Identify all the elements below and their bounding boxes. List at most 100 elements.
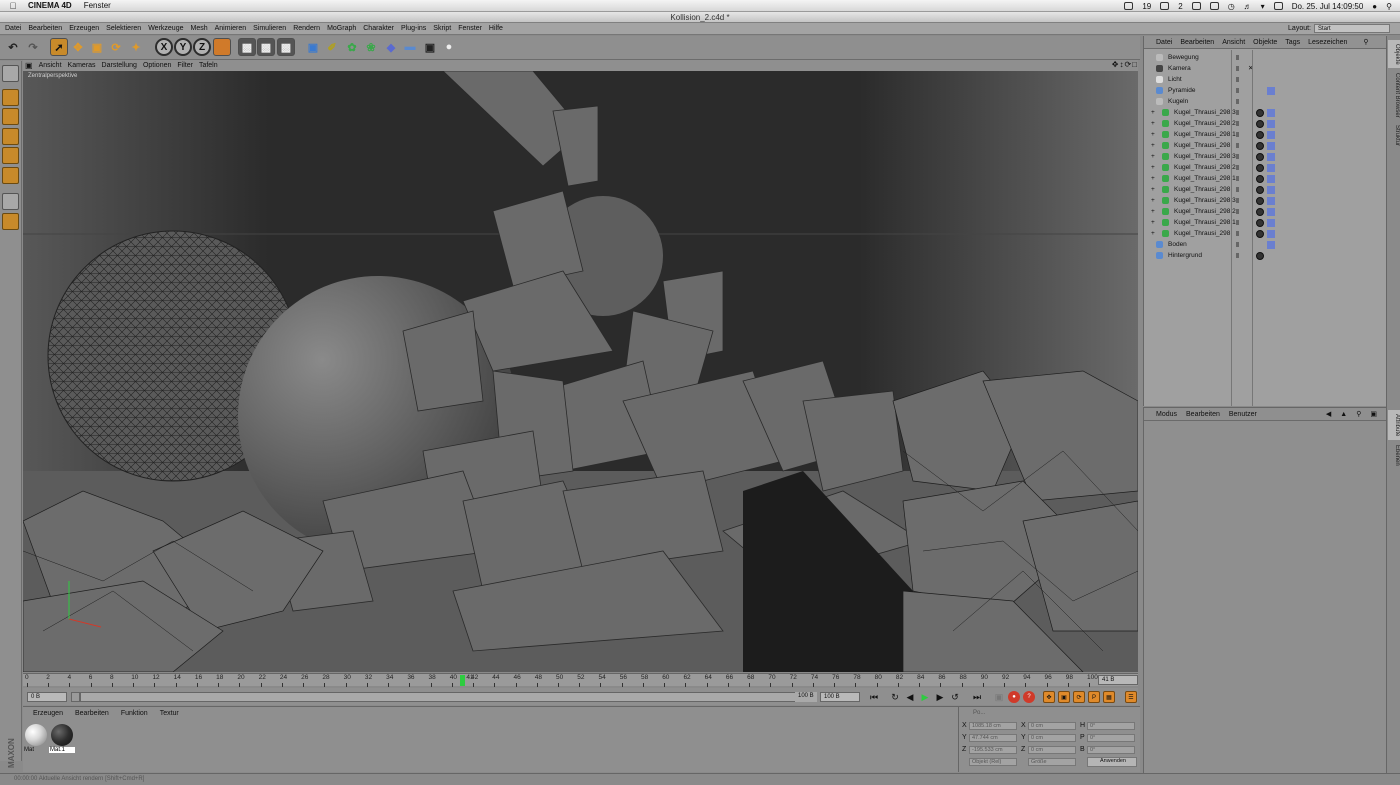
dynamics-tag-icon[interactable] <box>1267 120 1275 128</box>
3d-viewport[interactable] <box>23 71 1138 672</box>
expand-icon[interactable]: + <box>1151 184 1155 195</box>
object-row[interactable]: Bewegung <box>1144 52 1387 63</box>
attr-menu-modus[interactable]: Modus <box>1156 411 1177 418</box>
floor-icon[interactable]: ▬ <box>401 38 419 56</box>
visibility-dot-icon[interactable] <box>1236 121 1239 126</box>
dynamics-tag-icon[interactable] <box>1267 87 1275 95</box>
mat-menu-erzeugen[interactable]: Erzeugen <box>33 710 63 717</box>
dynamics-tag-icon[interactable] <box>1267 241 1275 249</box>
tab-attribute[interactable]: Attribute <box>1388 410 1400 440</box>
mat-menu-textur[interactable]: Textur <box>160 710 179 717</box>
object-row[interactable]: + Kugel_Thrausi_298 <box>1144 140 1387 151</box>
material-swatch[interactable]: Mat.1 <box>49 723 75 757</box>
material-tag-icon[interactable] <box>1256 175 1264 183</box>
max-frame-field[interactable]: 100 B <box>820 692 860 702</box>
object-row[interactable]: + Kugel_Thrausi_298.1 <box>1144 217 1387 228</box>
axis-mode-icon[interactable] <box>2 193 19 210</box>
obj-menu-bearbeiten[interactable]: Bearbeiten <box>1180 39 1214 46</box>
material-swatch[interactable]: Mat <box>23 723 49 757</box>
material-tag-icon[interactable] <box>1256 120 1264 128</box>
object-row[interactable]: Kugeln <box>1144 96 1387 107</box>
render-view-icon[interactable]: ▩ <box>238 38 256 56</box>
playhead[interactable] <box>460 675 466 686</box>
next-frame-icon[interactable]: ▶ <box>934 691 946 703</box>
dynamics-tag-icon[interactable] <box>1267 164 1275 172</box>
rot-p-field[interactable]: 0° <box>1087 734 1135 742</box>
expand-icon[interactable]: + <box>1151 206 1155 217</box>
wifi-icon[interactable]: ▾ <box>1261 2 1265 11</box>
tab-content-browser[interactable]: Content Browser <box>1388 70 1400 120</box>
dynamics-tag-icon[interactable] <box>1267 230 1275 238</box>
light-icon[interactable]: ● <box>440 38 458 56</box>
expand-icon[interactable]: + <box>1151 118 1155 129</box>
rot-b-field[interactable]: 0° <box>1087 746 1135 754</box>
attr-search-icon[interactable]: ⚲ <box>1356 410 1361 418</box>
attr-menu-bearbeiten[interactable]: Bearbeiten <box>1186 411 1220 418</box>
expand-icon[interactable]: + <box>1151 228 1155 239</box>
menu-datei[interactable]: Datei <box>5 25 21 32</box>
key-parameter-icon[interactable]: P <box>1088 691 1100 703</box>
attr-lock-icon[interactable]: ▣ <box>1370 410 1377 418</box>
prev-frame-icon[interactable]: ◀ <box>904 691 916 703</box>
rotate-icon[interactable]: ⟳ <box>107 38 125 56</box>
visibility-dot-icon[interactable] <box>1236 176 1239 181</box>
object-row[interactable]: Hintergrund <box>1144 250 1387 261</box>
app-menu[interactable]: CINEMA 4D <box>28 1 72 10</box>
object-row[interactable]: + Kugel_Thrausi_298.2 <box>1144 206 1387 217</box>
start-frame-field[interactable]: 0 B <box>27 692 67 702</box>
expand-icon[interactable]: + <box>1151 140 1155 151</box>
redo-icon[interactable]: ↷ <box>24 38 42 56</box>
material-tag-icon[interactable] <box>1256 208 1264 216</box>
material-tag-icon[interactable] <box>1256 164 1264 172</box>
object-row[interactable]: + Kugel_Thrausi_298.3 <box>1144 195 1387 206</box>
axis-y-button[interactable]: Y <box>174 38 192 56</box>
maximize-icon[interactable]: □ <box>1132 60 1138 69</box>
key-point-icon[interactable]: ▦ <box>1103 691 1115 703</box>
battery-icon[interactable] <box>1273 2 1283 10</box>
undo-icon[interactable]: ↶ <box>4 38 22 56</box>
visibility-dot-icon[interactable] <box>1236 187 1239 192</box>
spline-pen-icon[interactable]: ✐ <box>323 38 341 56</box>
go-to-start-icon[interactable]: ⏮ <box>868 691 880 703</box>
material-tag-icon[interactable] <box>1256 153 1264 161</box>
visibility-dot-icon[interactable] <box>1236 154 1239 159</box>
visibility-dot-icon[interactable] <box>1236 231 1239 236</box>
attr-menu-benutzer[interactable]: Benutzer <box>1229 411 1257 418</box>
render-settings-icon[interactable]: ▩ <box>277 38 295 56</box>
size-y-field[interactable]: 0 cm <box>1028 734 1076 742</box>
menu-mograph[interactable]: MoGraph <box>327 25 356 32</box>
menu-rendern[interactable]: Rendern <box>293 25 320 32</box>
range-slider[interactable] <box>80 692 817 702</box>
menu-simulieren[interactable]: Simulieren <box>253 25 286 32</box>
object-row[interactable]: + Kugel_Thrausi_298.3 <box>1144 151 1387 162</box>
cube-object-icon[interactable]: ▣ <box>304 38 322 56</box>
live-selection-icon[interactable]: ➚ <box>50 38 68 56</box>
obj-menu-ansicht[interactable]: Ansicht <box>1222 39 1245 46</box>
visibility-dot-icon[interactable] <box>1236 198 1239 203</box>
coordinate-system-icon[interactable] <box>213 38 231 56</box>
render-picture-viewer-icon[interactable]: ▩ <box>257 38 275 56</box>
key-scale-icon[interactable]: ▣ <box>1058 691 1070 703</box>
visibility-dot-icon[interactable] <box>1236 110 1239 115</box>
menu-skript[interactable]: Skript <box>433 25 451 32</box>
dynamics-tag-icon[interactable] <box>1267 109 1275 117</box>
visibility-dot-icon[interactable] <box>1236 99 1239 104</box>
material-tag-icon[interactable] <box>1256 219 1264 227</box>
auto-keyframe-icon[interactable]: ? <box>1023 691 1035 703</box>
menu-plugins[interactable]: Plug-ins <box>401 25 426 32</box>
dynamics-tag-icon[interactable] <box>1267 208 1275 216</box>
current-frame-field[interactable]: 41 B <box>1098 675 1138 685</box>
object-row[interactable]: + Kugel_Thrausi_298 <box>1144 228 1387 239</box>
size-z-field[interactable]: 0 cm <box>1028 746 1076 754</box>
dynamics-tag-icon[interactable] <box>1267 142 1275 150</box>
menu-werkzeuge[interactable]: Werkzeuge <box>148 25 183 32</box>
object-row[interactable]: + Kugel_Thrausi_298.1 <box>1144 173 1387 184</box>
texture-mode-icon[interactable] <box>2 108 19 125</box>
menu-animieren[interactable]: Animieren <box>215 25 247 32</box>
menu-erzeugen[interactable]: Erzeugen <box>69 25 99 32</box>
menu-selektieren[interactable]: Selektieren <box>106 25 141 32</box>
visibility-dot-icon[interactable] <box>1236 88 1239 93</box>
expand-icon[interactable]: + <box>1151 173 1155 184</box>
pos-z-field[interactable]: -195.533 cm <box>969 746 1017 754</box>
obj-menu-lesezeichen[interactable]: Lesezeichen <box>1308 39 1347 46</box>
